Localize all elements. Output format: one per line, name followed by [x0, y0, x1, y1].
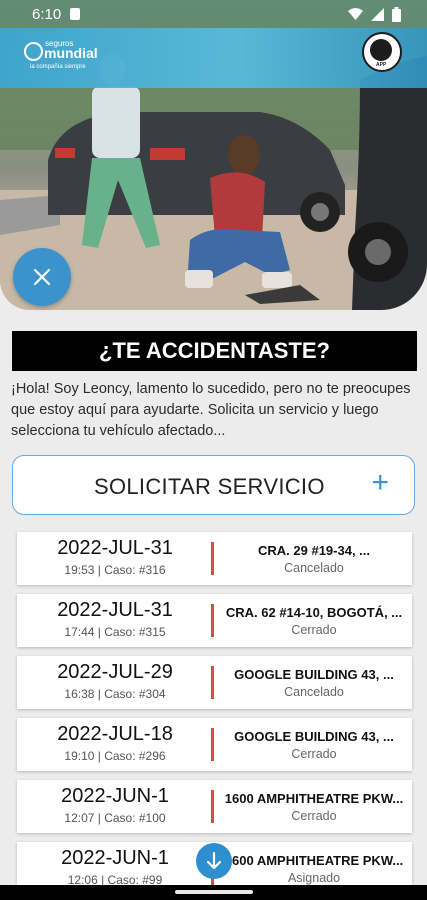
close-button[interactable] — [13, 248, 71, 306]
case-status: Cancelado — [284, 685, 344, 699]
case-status: Cerrado — [291, 809, 337, 823]
logo-circle-icon — [24, 42, 43, 61]
case-divider — [211, 604, 214, 637]
case-date: 2022-JUL-31 — [57, 537, 173, 559]
case-time-number: 19:10 | Caso: #296 — [64, 749, 166, 763]
case-time-number: 12:07 | Caso: #100 — [64, 811, 166, 825]
status-bar: 6:10 — [0, 0, 427, 28]
page-title: ¿TE ACCIDENTASTE? — [12, 331, 417, 371]
case-address: CRA. 62 #14-10, BOGOTÁ, ... — [225, 605, 403, 620]
case-time-number: 17:44 | Caso: #315 — [64, 625, 166, 639]
case-list-item[interactable]: 2022-JUN-1 12:07 | Caso: #100 1600 AMPHI… — [17, 780, 412, 833]
case-time-number: 19:53 | Caso: #316 — [64, 563, 166, 577]
case-time-number: 16:38 | Caso: #304 — [64, 687, 166, 701]
badge-label: APP — [376, 62, 387, 68]
close-icon — [33, 268, 51, 286]
case-divider — [211, 790, 214, 823]
case-address: 1600 AMPHITHEATRE PKW... — [224, 791, 404, 806]
request-service-button[interactable]: SOLICITAR SERVICIO + — [12, 455, 415, 515]
case-status: Asignado — [287, 871, 341, 885]
case-status: Cerrado — [291, 747, 337, 761]
badge-emblem — [370, 39, 392, 61]
case-address: 1600 AMPHITHEATRE PKW... — [224, 853, 404, 868]
case-list-item[interactable]: 2022-JUL-18 19:10 | Caso: #296 GOOGLE BU… — [17, 718, 412, 771]
case-date: 2022-JUL-29 — [57, 661, 173, 683]
request-service-label: SOLICITAR SERVICIO — [94, 474, 325, 499]
case-status: Cancelado — [284, 561, 344, 575]
plus-icon: + — [371, 466, 389, 499]
case-date: 2022-JUL-18 — [57, 723, 173, 745]
home-gesture-handle[interactable] — [175, 890, 253, 894]
case-divider — [211, 728, 214, 761]
case-address: GOOGLE BUILDING 43, ... — [234, 729, 394, 744]
app-lion-badge-icon: APP — [362, 32, 402, 72]
logo-tagline: la compañía siempre — [30, 64, 86, 70]
case-date: 2022-JUL-31 — [57, 599, 173, 621]
case-list-item[interactable]: 2022-JUL-31 17:44 | Caso: #315 CRA. 62 #… — [17, 594, 412, 647]
signal-icon — [371, 8, 384, 21]
scroll-down-button[interactable] — [196, 843, 232, 879]
status-time: 6:10 — [32, 6, 62, 23]
intro-message: ¡Hola! Soy Leoncy, lamento lo sucedido, … — [11, 381, 411, 439]
case-divider — [211, 666, 214, 699]
logo-brand-name: mundial — [44, 45, 98, 61]
case-status: Cerrado — [291, 623, 337, 637]
case-list-item[interactable]: 2022-JUL-31 19:53 | Caso: #316 CRA. 29 #… — [17, 532, 412, 585]
wifi-icon — [348, 8, 363, 20]
case-address: CRA. 29 #19-34, ... — [258, 543, 370, 558]
sim-card-icon — [70, 8, 80, 20]
case-list-item[interactable]: 2022-JUL-29 16:38 | Caso: #304 GOOGLE BU… — [17, 656, 412, 709]
case-date: 2022-JUN-1 — [61, 785, 169, 807]
case-divider — [211, 542, 214, 575]
status-icons — [348, 7, 401, 22]
arrow-down-icon — [206, 852, 222, 870]
case-address: GOOGLE BUILDING 43, ... — [234, 667, 394, 682]
battery-icon — [392, 7, 401, 22]
case-date: 2022-JUN-1 — [61, 847, 169, 869]
